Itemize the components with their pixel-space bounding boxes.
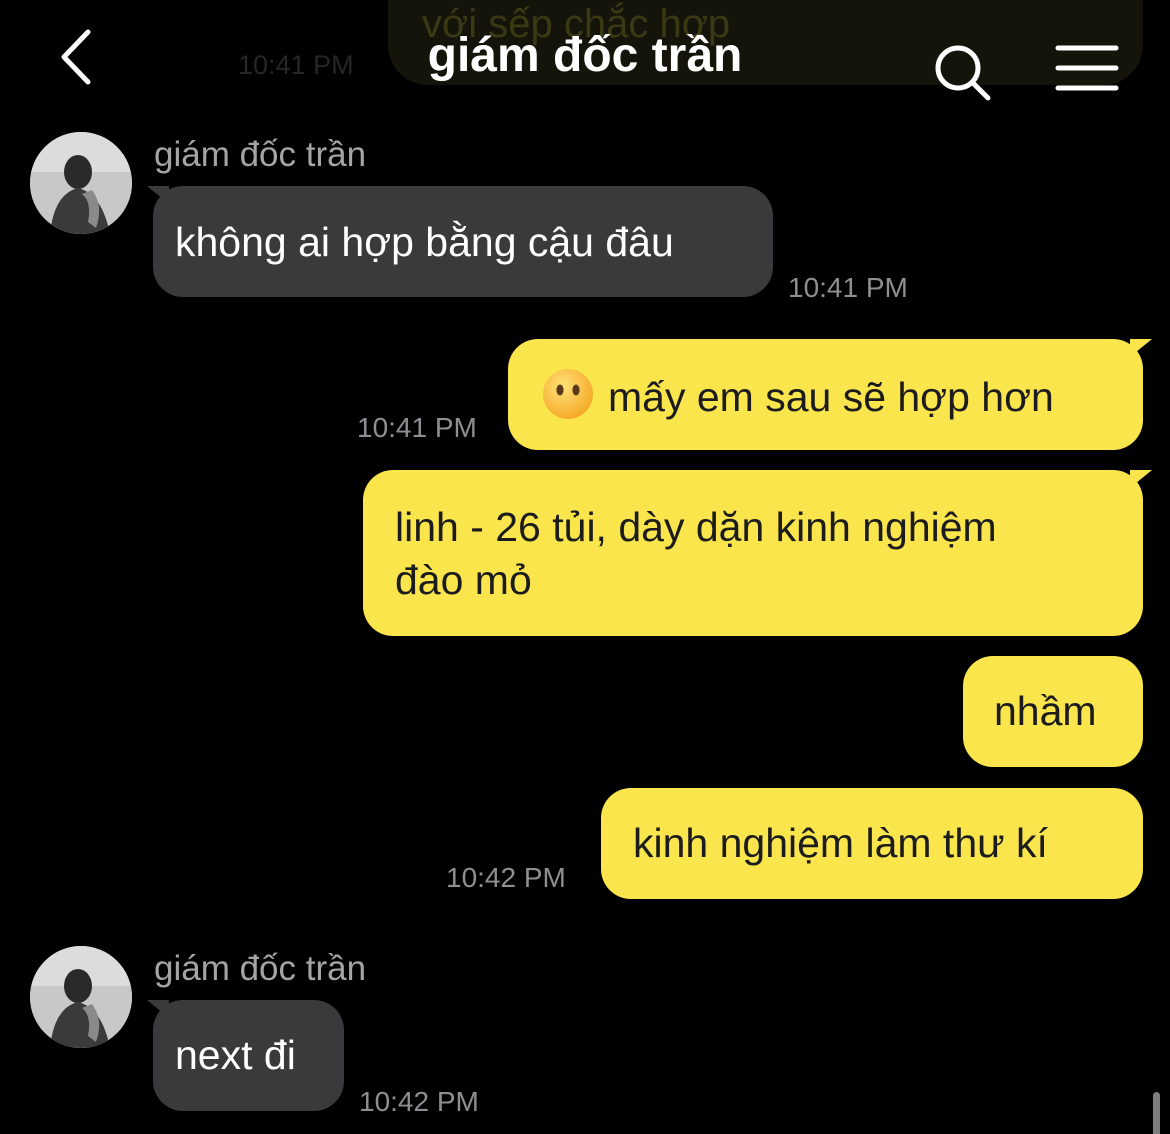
- search-icon: [935, 45, 991, 101]
- scrollbar[interactable]: [1153, 1092, 1160, 1134]
- sender-name: giám đốc trần: [154, 135, 367, 174]
- message-time: 10:42 PM: [359, 1086, 479, 1117]
- message-text: nhầm: [994, 688, 1097, 734]
- chat-header: với sếp chắc hợp 10:41 PM giám đốc trần: [0, 0, 1170, 120]
- message-text: mấy em sau sẽ hợp hơn: [608, 374, 1054, 420]
- back-button[interactable]: [52, 24, 102, 90]
- menu-button[interactable]: [1050, 40, 1124, 96]
- avatar[interactable]: [30, 132, 132, 234]
- message-time: 10:41 PM: [357, 412, 477, 443]
- message-text-line: linh - 26 tủi, dày dặn kinh nghiệm: [395, 504, 997, 550]
- message-text-line: đào mỏ: [395, 557, 532, 603]
- face-without-mouth-emoji: [542, 368, 594, 433]
- message-bubble-outgoing[interactable]: linh - 26 tủi, dày dặn kinh nghiệm đào m…: [363, 470, 1143, 636]
- message-time: 10:42 PM: [446, 862, 566, 893]
- message-time: 10:41 PM: [788, 272, 908, 303]
- chevron-left-icon: [61, 29, 91, 85]
- message-bubble-outgoing[interactable]: mấy em sau sẽ hợp hơn: [508, 339, 1143, 450]
- search-button[interactable]: [930, 40, 994, 104]
- message-text: kinh nghiệm làm thư kí: [633, 820, 1048, 866]
- message-bubble-outgoing[interactable]: kinh nghiệm làm thư kí: [601, 788, 1143, 899]
- avatar[interactable]: [30, 946, 132, 1048]
- previous-message-time: 10:41 PM: [238, 50, 354, 80]
- previous-message-text: với sếp chắc hợp: [422, 2, 731, 46]
- message-bubble-outgoing[interactable]: nhầm: [963, 656, 1143, 767]
- message-text: không ai hợp bằng cậu đâu: [175, 219, 674, 265]
- message-bubble-incoming[interactable]: không ai hợp bằng cậu đâu: [153, 186, 773, 297]
- message-text: next đi: [175, 1032, 296, 1078]
- message-bubble-incoming[interactable]: next đi: [153, 1000, 344, 1111]
- sender-name: giám đốc trần: [154, 949, 367, 988]
- hamburger-menu-icon: [1055, 45, 1119, 91]
- chat-screen: với sếp chắc hợp 10:41 PM giám đốc trần: [0, 0, 1170, 1134]
